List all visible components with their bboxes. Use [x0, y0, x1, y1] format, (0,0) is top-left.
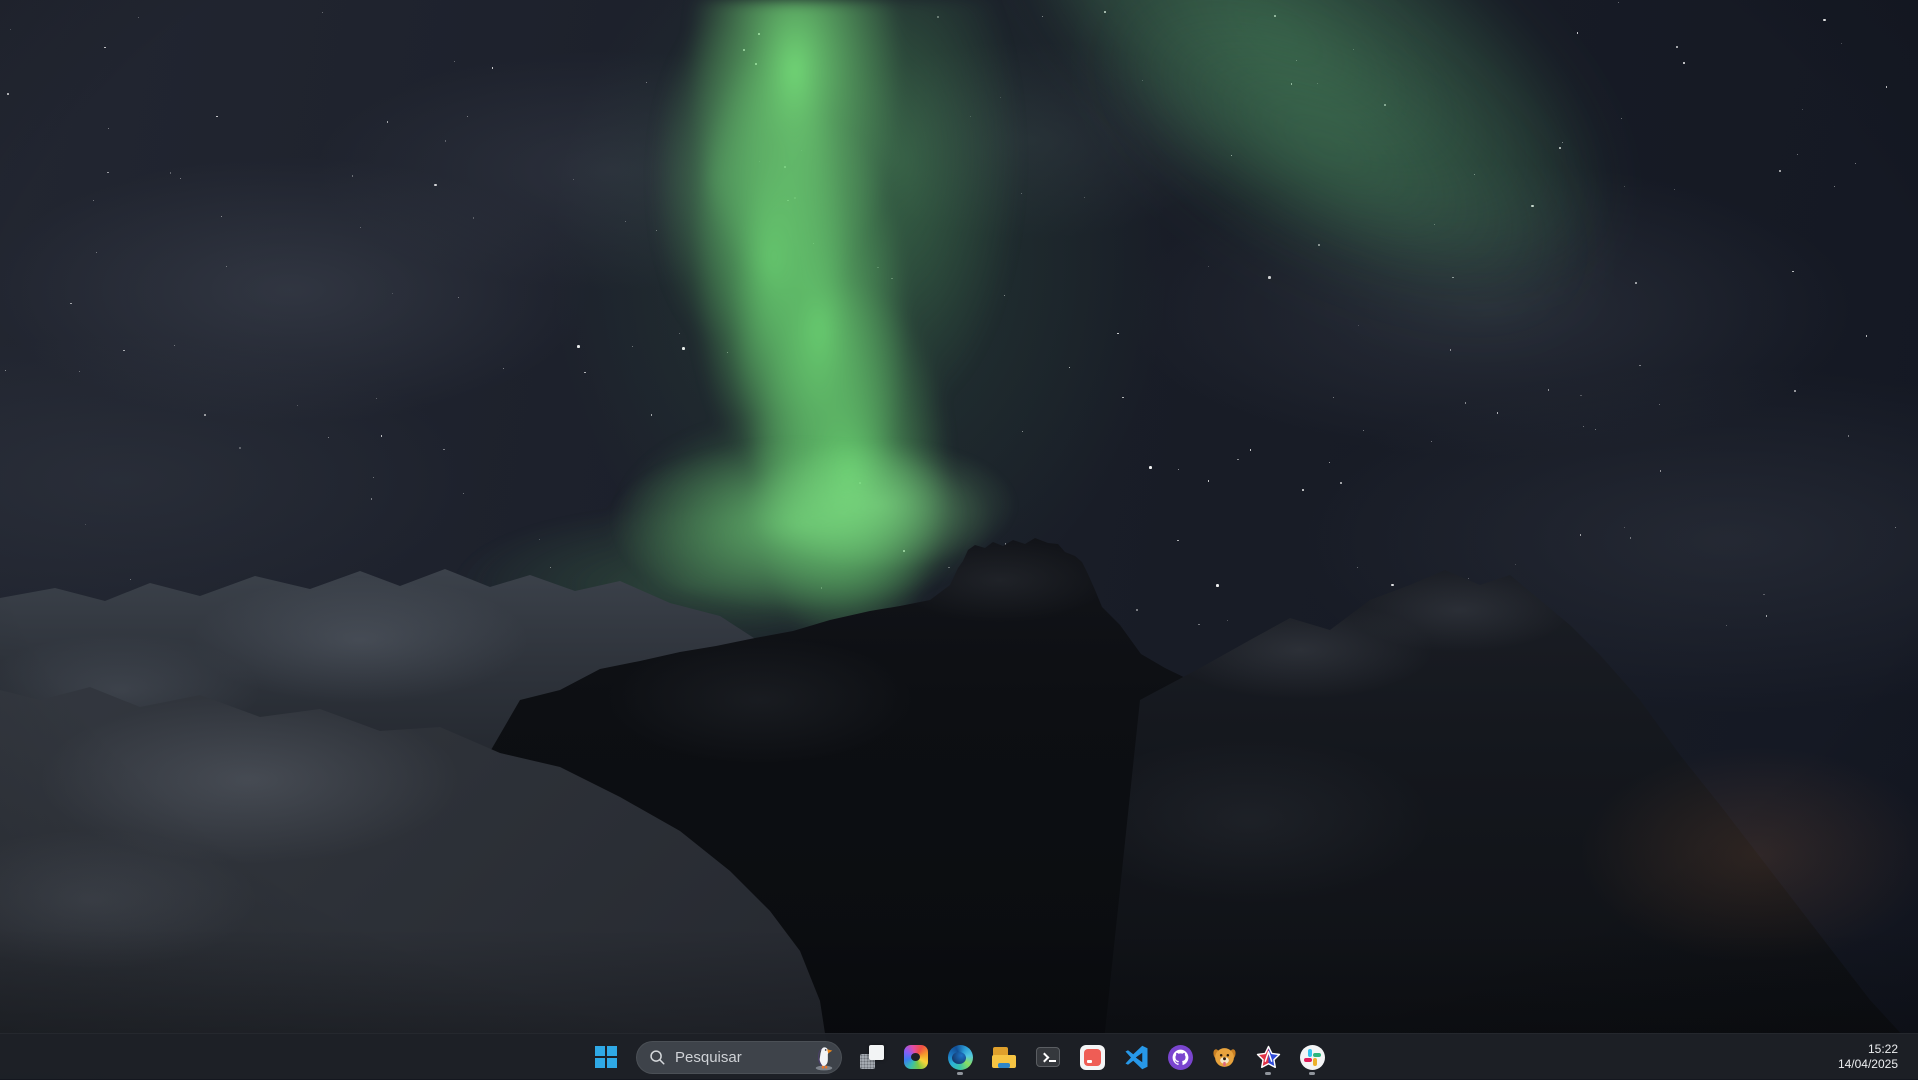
- github-icon: [1168, 1045, 1193, 1070]
- task-view-icon: [860, 1045, 884, 1069]
- windows-start-icon: [595, 1046, 617, 1068]
- puffin-bird-image: [813, 1044, 835, 1071]
- taskbar-app-star[interactable]: [1248, 1037, 1288, 1077]
- copilot-icon: [904, 1045, 928, 1069]
- vignette: [0, 0, 1918, 1079]
- clock-date: 14/04/2025: [1838, 1057, 1898, 1072]
- slack-icon: [1300, 1045, 1325, 1070]
- dog-face-icon: [1212, 1045, 1237, 1070]
- taskbar-app-dog[interactable]: [1204, 1037, 1244, 1077]
- vscode-icon: [1124, 1045, 1149, 1070]
- taskbar-app-slack[interactable]: [1292, 1037, 1332, 1077]
- folder-icon: [992, 1047, 1016, 1068]
- clock-time: 15:22: [1838, 1042, 1898, 1057]
- taskbar-app-edge[interactable]: [940, 1037, 980, 1077]
- taskbar-center-group: Pesquisar: [586, 1034, 1332, 1080]
- taskbar-app-file-explorer[interactable]: [984, 1037, 1024, 1077]
- search-box[interactable]: Pesquisar: [636, 1041, 842, 1074]
- system-tray: 15:22 14/04/2025: [1834, 1034, 1918, 1080]
- star-icon: [1256, 1045, 1281, 1070]
- start-button[interactable]: [586, 1037, 626, 1077]
- terminal-icon: [1036, 1047, 1060, 1067]
- red-square-icon: [1080, 1045, 1105, 1070]
- edge-icon: [948, 1045, 973, 1070]
- clock[interactable]: 15:22 14/04/2025: [1834, 1040, 1902, 1074]
- taskbar-app-task-view[interactable]: [852, 1037, 892, 1077]
- taskbar-app-github-desktop[interactable]: [1160, 1037, 1200, 1077]
- desktop: { "wallpaper": { "subject": "aurora-bore…: [0, 0, 1918, 1079]
- running-indicator: [957, 1072, 963, 1075]
- taskbar-app-copilot[interactable]: [896, 1037, 936, 1077]
- taskbar-app-terminal[interactable]: [1028, 1037, 1068, 1077]
- taskbar-app-red-square[interactable]: [1072, 1037, 1112, 1077]
- search-icon: [649, 1049, 666, 1066]
- running-indicator: [1309, 1072, 1315, 1075]
- search-placeholder: Pesquisar: [675, 1049, 742, 1066]
- running-indicator: [1265, 1072, 1271, 1075]
- taskbar: Pesquisar: [0, 1033, 1918, 1079]
- taskbar-app-vscode[interactable]: [1116, 1037, 1156, 1077]
